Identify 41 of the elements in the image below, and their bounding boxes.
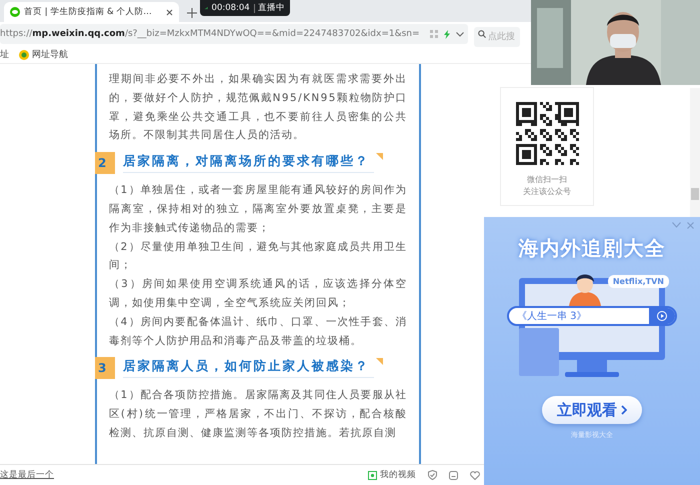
address-bar[interactable]: https://mp.weixin.qq.com/s?__biz=MzkxMTM4NDYwOQ==&mid=2247483702&idx=1&sn= bbox=[0, 24, 468, 44]
article-paragraph: （2）尽量使用单独卫生间，避免与其他家庭成员共用卫生间； bbox=[109, 240, 407, 274]
article-paragraph: （1）单独居住，或者一套房屋里能有通风较好的房间作为隔离室，保持相对的独立，隔离室外要放置桌凳，主要是作为非接触式传递物品的需要； bbox=[109, 183, 407, 236]
browser-tab[interactable]: 首页 | 学生防疫指南 & 个人防… bbox=[4, 2, 179, 22]
lightning-icon[interactable] bbox=[444, 30, 450, 38]
article-paragraph: 理期间非必要不外出，如果确实因为有就医需求需要外出的，要做好个人防护，规范佩戴N95/KN95颗粒物防护口罩，避免乘坐公共交通工具，也不要前往人员密集的公共场所。不限制其共同居住人员的活动。 bbox=[109, 72, 407, 144]
play-icon bbox=[657, 311, 667, 321]
qr-caption: 微信扫一扫 bbox=[527, 174, 567, 186]
close-icon[interactable] bbox=[166, 8, 173, 16]
article-paragraph: （4）房间内要配备体温计、纸巾、口罩、一次性手套、消毒剂等个人防护用品和消毒产品及带盖的垃圾桶。 bbox=[109, 314, 407, 349]
tag-bubble: Netflix,TVN bbox=[608, 275, 669, 288]
live-timer: 00:08:04 bbox=[212, 3, 250, 13]
shield-check-icon[interactable] bbox=[428, 470, 437, 480]
qr-caption: 关注该公众号 bbox=[523, 186, 571, 198]
corner-mark-icon bbox=[376, 152, 382, 160]
section-number: 3 bbox=[95, 357, 115, 380]
bookmark-link[interactable]: 网址导航 bbox=[19, 48, 68, 61]
section-heading: 居家隔离人员，如何防止家人被感染？ bbox=[123, 358, 374, 378]
heart-icon[interactable] bbox=[470, 470, 480, 480]
section-heading: 居家隔离，对隔离场所的要求有哪些？ bbox=[123, 153, 374, 174]
article-paragraph: （1）配合各项防控措施。居家隔离及其同住人员要服从社区(村)统一管理，严格居家，不出门、不探访，配合核酸检测、抗原自测、健康监测等各项防控措施。若抗原自测 bbox=[109, 388, 407, 441]
ad-title: 海内外追剧大全 bbox=[518, 235, 666, 262]
chat-logo-icon bbox=[10, 7, 20, 17]
window-icon[interactable] bbox=[449, 470, 458, 480]
video-button[interactable]: 我的视频 bbox=[368, 469, 416, 481]
watch-now-button[interactable]: 立即观看 bbox=[542, 396, 642, 424]
scrollbar[interactable] bbox=[690, 88, 700, 219]
cartoon-boy-drawing bbox=[567, 272, 603, 306]
ad-search-bar[interactable]: 《人生一串 3》 bbox=[507, 306, 677, 326]
bookmark-link[interactable]: 址 bbox=[0, 48, 9, 61]
section-number: 2 bbox=[95, 152, 115, 174]
corner-mark-icon bbox=[376, 358, 382, 365]
article-paragraph: （3）房间如果使用空调系统通风的话，应该选择分体空调，如使用集中空调，全空气系统应关闭回风； bbox=[109, 277, 407, 311]
status-link[interactable]: 这是最后一个 bbox=[0, 469, 54, 481]
chevron-down-icon[interactable] bbox=[456, 32, 464, 36]
video-icon bbox=[368, 470, 377, 480]
qr-code-drawing bbox=[516, 102, 578, 165]
chevron-right-icon bbox=[621, 405, 627, 415]
search-field[interactable]: 点此搜 bbox=[474, 27, 520, 47]
new-tab-button[interactable] bbox=[187, 8, 197, 18]
live-status: 直播中 bbox=[258, 2, 285, 14]
